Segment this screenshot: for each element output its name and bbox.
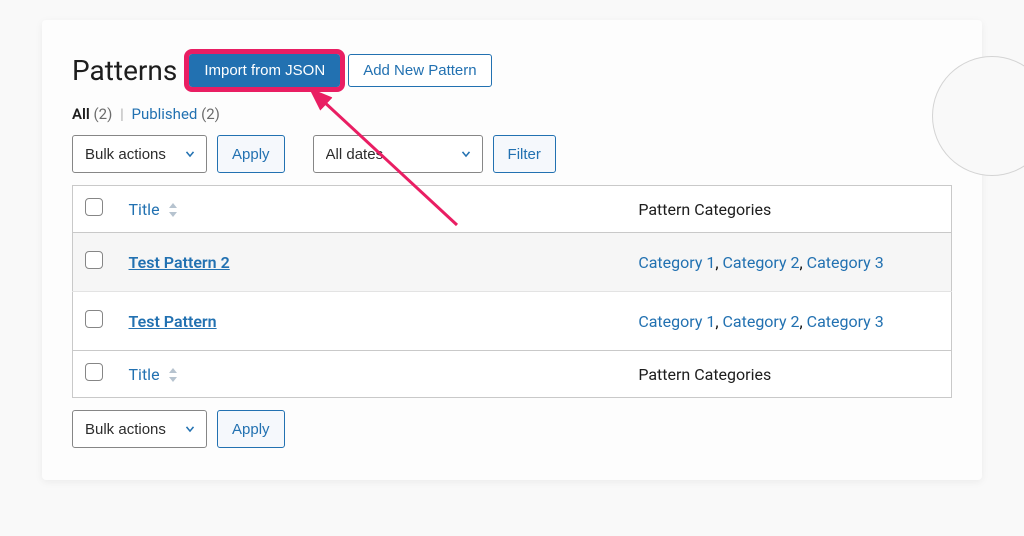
view-published-link[interactable]: Published (2) [131, 105, 219, 123]
category-link[interactable]: Category 3 [807, 253, 884, 272]
row-checkbox[interactable] [85, 310, 103, 328]
column-header-title[interactable]: Title [117, 186, 627, 233]
admin-panel: Patterns Import from JSON Add New Patter… [42, 20, 982, 480]
row-categories: Category 1, Category 2, Category 3 [626, 233, 951, 292]
date-filter-select[interactable]: All dates [313, 135, 483, 173]
bulk-apply-button-bottom[interactable]: Apply [217, 410, 285, 448]
import-from-json-button[interactable]: Import from JSON [189, 54, 340, 87]
sort-icon [168, 202, 178, 218]
category-link[interactable]: Category 3 [807, 312, 884, 331]
header-row: Patterns Import from JSON Add New Patter… [72, 54, 952, 87]
tablenav-top: Bulk actions Apply All dates Filter [72, 135, 952, 173]
bulk-apply-button[interactable]: Apply [217, 135, 285, 173]
select-all-checkbox-footer[interactable] [85, 363, 103, 381]
view-all-link[interactable]: All (2) [72, 105, 112, 123]
table-row: Test Pattern 2 Category 1, Category 2, Ca… [73, 233, 952, 292]
column-footer-categories: Pattern Categories [626, 351, 951, 398]
separator: | [120, 105, 124, 123]
category-link[interactable]: Category 1 [638, 253, 715, 272]
table-row: Test Pattern Category 1, Category 2, Cate… [73, 292, 952, 351]
page-title: Patterns [72, 54, 177, 87]
date-filter-button[interactable]: Filter [493, 135, 556, 173]
category-link[interactable]: Category 2 [722, 253, 799, 272]
column-footer-title[interactable]: Title [117, 351, 627, 398]
status-filter-row: All (2) | Published (2) [72, 105, 952, 123]
category-link[interactable]: Category 2 [722, 312, 799, 331]
row-checkbox[interactable] [85, 251, 103, 269]
add-new-pattern-button[interactable]: Add New Pattern [348, 54, 491, 87]
row-categories: Category 1, Category 2, Category 3 [626, 292, 951, 351]
sort-icon [168, 367, 178, 383]
row-title-link[interactable]: Test Pattern 2 [129, 253, 230, 272]
column-header-categories: Pattern Categories [626, 186, 951, 233]
patterns-table: Title Pattern Categories Test Pattern 2 C… [72, 185, 952, 398]
select-all-checkbox[interactable] [85, 198, 103, 216]
bulk-actions-select[interactable]: Bulk actions [72, 135, 207, 173]
category-link[interactable]: Category 1 [638, 312, 715, 331]
tablenav-bottom: Bulk actions Apply [72, 410, 952, 448]
row-title-link[interactable]: Test Pattern [129, 312, 217, 331]
bulk-actions-select-bottom[interactable]: Bulk actions [72, 410, 207, 448]
